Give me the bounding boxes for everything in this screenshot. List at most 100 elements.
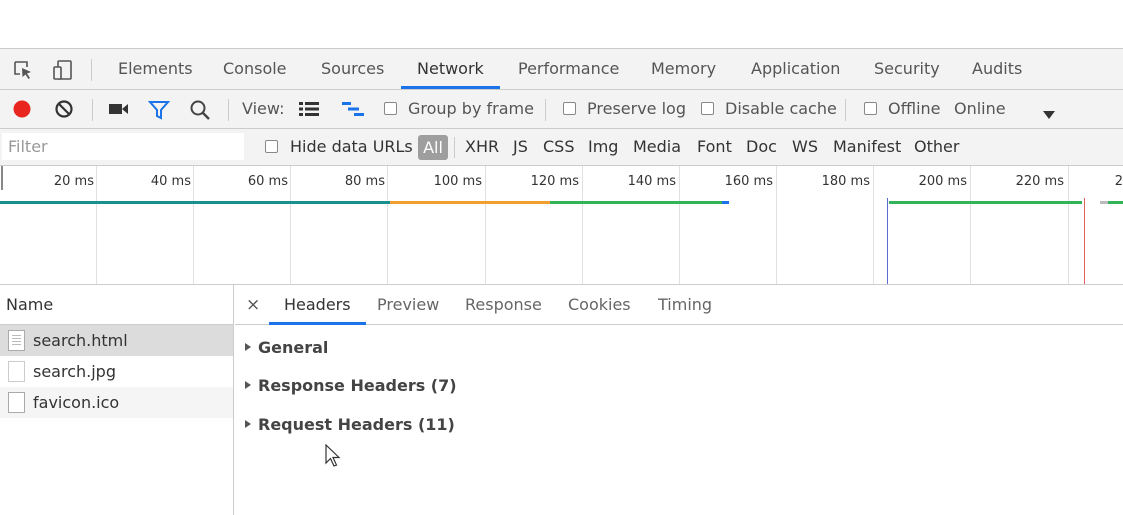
tab-elements[interactable]: Elements bbox=[118, 49, 193, 89]
hide-data-urls-checkbox[interactable] bbox=[265, 140, 278, 153]
offline-checkbox[interactable] bbox=[864, 102, 877, 115]
timeline-gridline bbox=[485, 166, 486, 284]
timeline-tick-label: 80 ms bbox=[344, 174, 385, 189]
timeline-tick-label: 40 ms bbox=[150, 174, 191, 189]
filter-type-ws[interactable]: WS bbox=[792, 129, 818, 165]
large-request-rows-icon[interactable] bbox=[298, 101, 320, 121]
timeline-tick-label: 2 bbox=[1114, 174, 1123, 189]
filter-type-manifest[interactable]: Manifest bbox=[833, 129, 901, 165]
preserve-log-checkbox[interactable] bbox=[563, 102, 576, 115]
disable-cache-label[interactable]: Disable cache bbox=[725, 90, 837, 128]
filter-type-css[interactable]: CSS bbox=[543, 129, 574, 165]
timeline-tick-label: 160 ms bbox=[724, 174, 773, 189]
timeline-tick-label: 20 ms bbox=[53, 174, 94, 189]
tab-preview[interactable]: Preview bbox=[377, 285, 439, 325]
network-overview-timeline[interactable]: 20 ms 40 ms 60 ms 80 ms 100 ms 120 ms 14… bbox=[0, 166, 1123, 285]
request-bar-downloading bbox=[550, 201, 722, 204]
toolbar-divider bbox=[91, 59, 92, 81]
device-toolbar-icon[interactable] bbox=[52, 59, 74, 81]
toolbar-divider bbox=[454, 137, 455, 158]
filter-type-xhr[interactable]: XHR bbox=[465, 129, 499, 165]
filter-type-other[interactable]: Other bbox=[914, 129, 959, 165]
tab-response[interactable]: Response bbox=[465, 285, 542, 325]
request-details-panel: × Headers Preview Response Cookies Timin… bbox=[235, 285, 1123, 515]
request-name: favicon.ico bbox=[33, 393, 120, 412]
timeline-tick-label: 140 ms bbox=[627, 174, 676, 189]
throttling-select[interactable]: Online bbox=[954, 90, 1006, 128]
request-row-favicon-ico[interactable]: favicon.ico bbox=[0, 387, 233, 418]
clear-icon[interactable] bbox=[54, 99, 74, 123]
filter-type-doc[interactable]: Doc bbox=[746, 129, 777, 165]
filter-type-all[interactable]: All bbox=[418, 135, 448, 160]
close-icon[interactable]: × bbox=[246, 285, 260, 325]
group-by-frame-checkbox[interactable] bbox=[384, 102, 397, 115]
image-file-icon bbox=[8, 392, 25, 413]
load-event-marker bbox=[1084, 198, 1085, 284]
devtools-tab-bar: Elements Console Sources Network Perform… bbox=[0, 48, 1123, 90]
dropdown-arrow-icon[interactable] bbox=[1043, 105, 1055, 124]
tab-console[interactable]: Console bbox=[223, 49, 287, 89]
request-row-search-jpg[interactable]: search.jpg bbox=[0, 356, 233, 387]
request-bar-downloading bbox=[1108, 201, 1123, 204]
request-headers-section-header[interactable]: Request Headers (11) bbox=[245, 415, 455, 434]
tab-timing[interactable]: Timing bbox=[658, 285, 712, 325]
group-by-frame-label[interactable]: Group by frame bbox=[408, 90, 534, 128]
section-title: Response Headers (7) bbox=[258, 376, 457, 395]
filter-type-img[interactable]: Img bbox=[588, 129, 618, 165]
video-camera-icon[interactable] bbox=[108, 101, 130, 121]
tab-headers[interactable]: Headers bbox=[269, 285, 366, 325]
request-bar-waiting bbox=[0, 201, 390, 204]
offline-label[interactable]: Offline bbox=[888, 90, 941, 128]
request-row-search-html[interactable]: search.html bbox=[0, 325, 233, 356]
tab-sources[interactable]: Sources bbox=[321, 49, 384, 89]
tab-audits[interactable]: Audits bbox=[972, 49, 1022, 89]
section-title: General bbox=[258, 338, 329, 357]
toolbar-divider bbox=[845, 99, 846, 121]
timeline-gridline bbox=[193, 166, 194, 284]
request-bar-queued bbox=[1100, 201, 1108, 204]
name-column-header[interactable]: Name bbox=[0, 285, 233, 325]
timeline-gridline bbox=[679, 166, 680, 284]
request-bar-connecting bbox=[390, 201, 550, 204]
filter-icon[interactable] bbox=[147, 99, 171, 125]
filter-type-media[interactable]: Media bbox=[633, 129, 681, 165]
filter-type-font[interactable]: Font bbox=[697, 129, 732, 165]
view-label: View: bbox=[242, 99, 285, 118]
document-file-icon bbox=[8, 330, 25, 351]
section-title: Request Headers (11) bbox=[258, 415, 455, 434]
tab-memory[interactable]: Memory bbox=[651, 49, 716, 89]
filter-input[interactable] bbox=[2, 133, 244, 160]
window-top-area bbox=[0, 0, 1123, 48]
request-list: Name search.html search.jpg favicon.ico bbox=[0, 285, 234, 515]
timeline-tick-label: 120 ms bbox=[530, 174, 579, 189]
disable-cache-checkbox[interactable] bbox=[701, 102, 714, 115]
response-headers-section-header[interactable]: Response Headers (7) bbox=[245, 376, 457, 395]
timeline-tick-label: 200 ms bbox=[918, 174, 967, 189]
expand-triangle-icon bbox=[245, 343, 251, 351]
tab-security[interactable]: Security bbox=[874, 49, 940, 89]
timeline-gridline bbox=[970, 166, 971, 284]
mouse-cursor-icon bbox=[325, 443, 341, 472]
timeline-gridline bbox=[290, 166, 291, 284]
timeline-gridline bbox=[582, 166, 583, 284]
network-toolbar: View: Group by frame Preserve log Disabl… bbox=[0, 90, 1123, 129]
record-icon[interactable] bbox=[12, 99, 32, 123]
tab-cookies[interactable]: Cookies bbox=[568, 285, 631, 325]
filter-type-js[interactable]: JS bbox=[513, 129, 528, 165]
timeline-tick-label: 100 ms bbox=[433, 174, 482, 189]
timeline-gridline bbox=[96, 166, 97, 284]
image-file-icon bbox=[8, 361, 25, 382]
search-icon[interactable] bbox=[189, 99, 211, 125]
request-name: search.html bbox=[33, 331, 128, 350]
tab-application[interactable]: Application bbox=[751, 49, 840, 89]
timeline-start-marker bbox=[1, 166, 3, 190]
tab-network[interactable]: Network bbox=[401, 49, 500, 89]
filter-bar: Hide data URLs All XHR JS CSS Img Media … bbox=[0, 129, 1123, 166]
inspect-element-icon[interactable] bbox=[12, 59, 34, 81]
timeline-tick-label: 60 ms bbox=[247, 174, 288, 189]
tab-performance[interactable]: Performance bbox=[518, 49, 619, 89]
waterfall-overview-icon[interactable] bbox=[341, 101, 365, 121]
preserve-log-label[interactable]: Preserve log bbox=[587, 90, 686, 128]
hide-data-urls-label[interactable]: Hide data URLs bbox=[290, 129, 413, 165]
general-section-header[interactable]: General bbox=[245, 338, 328, 357]
